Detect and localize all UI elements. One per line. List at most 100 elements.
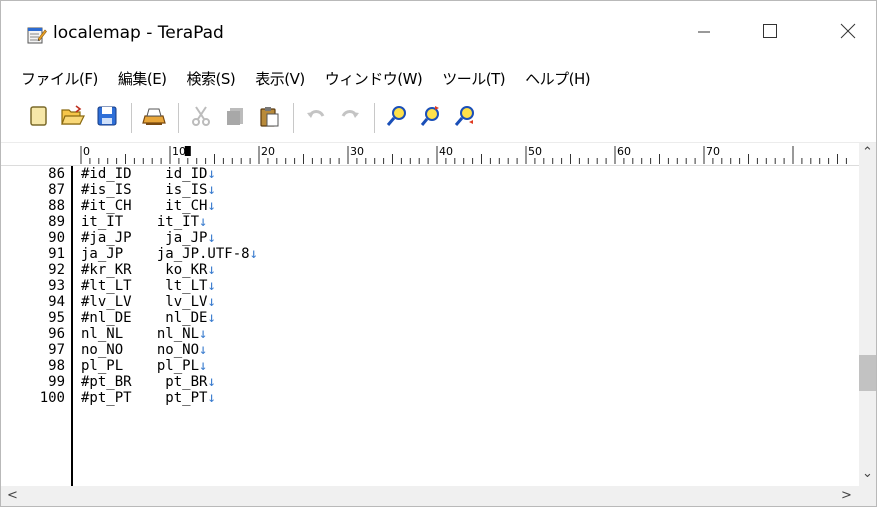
editor-line[interactable]: 89 it_IT it_IT↓ (1, 214, 859, 230)
line-number: 89 (48, 214, 65, 230)
redo-button[interactable] (336, 104, 364, 132)
line-text[interactable]: #it_CH it_CH↓ (81, 198, 216, 214)
editor-line[interactable]: 94 #lv_LV lv_LV↓ (1, 294, 859, 310)
line-number: 87 (48, 182, 65, 198)
line-content: pl_PL pl_PL (81, 358, 200, 374)
toolbar (1, 93, 876, 143)
ruler-ticks: 0 10 20 30 40 50 60 70 (80, 145, 847, 164)
copy-icon (223, 104, 247, 132)
eol-marker: ↓ (207, 374, 216, 390)
find-next-button[interactable] (417, 104, 445, 132)
maximize-button[interactable] (747, 15, 793, 51)
menu-tools[interactable]: ツール(T) (442, 68, 505, 89)
eol-marker: ↓ (207, 390, 216, 406)
editor-line[interactable]: 96 nl_NL nl_NL↓ (1, 326, 859, 342)
menu-view[interactable]: 表示(V) (255, 68, 305, 89)
paste-button[interactable] (255, 104, 283, 132)
open-file-button[interactable] (59, 104, 87, 132)
toolbar-separator (293, 102, 294, 133)
scroll-right-icon[interactable]: > (841, 488, 852, 503)
line-text[interactable]: no_NO no_NO↓ (81, 342, 207, 358)
horizontal-scrollbar[interactable]: < > (1, 486, 859, 506)
editor-line[interactable]: 95 #nl_DE nl_DE↓ (1, 310, 859, 326)
line-number: 96 (48, 326, 65, 342)
close-button[interactable] (825, 15, 871, 51)
close-icon (840, 23, 856, 43)
editor-line[interactable]: 87 #is_IS is_IS↓ (1, 182, 859, 198)
line-text[interactable]: ja_JP ja_JP.UTF-8↓ (81, 246, 258, 262)
menu-edit[interactable]: 編集(E) (118, 68, 167, 89)
ruler-label: 30 (350, 145, 364, 158)
line-text[interactable]: #lt_LT lt_LT↓ (81, 278, 216, 294)
line-number: 97 (48, 342, 65, 358)
vertical-scroll-thumb[interactable] (859, 355, 876, 392)
line-text[interactable]: #id_ID id_ID↓ (81, 166, 216, 182)
eol-marker: ↓ (207, 230, 216, 246)
copy-button[interactable] (221, 104, 249, 132)
editor-line[interactable]: 86 #id_ID id_ID↓ (1, 166, 859, 182)
eol-marker: ↓ (199, 342, 208, 358)
ruler-label: 40 (439, 145, 453, 158)
line-content: nl_NL nl_NL (81, 326, 200, 342)
line-content: no_NO no_NO (81, 342, 200, 358)
editor-line[interactable]: 98 pl_PL pl_PL↓ (1, 358, 859, 374)
line-text[interactable]: #pt_BR pt_BR↓ (81, 374, 216, 390)
new-file-button[interactable] (25, 104, 53, 132)
text-editor[interactable]: 86 #id_ID id_ID↓ 87 #is_IS is_IS↓ 88 #it_CH i… (1, 166, 859, 486)
find-icon (385, 104, 409, 132)
find-prev-button[interactable] (451, 104, 479, 132)
eol-marker: ↓ (199, 214, 208, 230)
line-number: 88 (48, 198, 65, 214)
line-number: 92 (48, 262, 65, 278)
line-text[interactable]: #is_IS is_IS↓ (81, 182, 216, 198)
editor-line[interactable]: 92 #kr_KR ko_KR↓ (1, 262, 859, 278)
ruler-label: 50 (528, 145, 542, 158)
eol-marker: ↓ (249, 246, 259, 262)
line-text[interactable]: #pt_PT pt_PT↓ (81, 390, 216, 406)
cut-button[interactable] (187, 104, 215, 132)
scroll-up-icon[interactable]: ⌃ (862, 145, 873, 160)
line-text[interactable]: pl_PL pl_PL↓ (81, 358, 207, 374)
line-text[interactable]: nl_NL nl_NL↓ (81, 326, 207, 342)
eol-marker: ↓ (207, 278, 216, 294)
eol-marker: ↓ (207, 166, 216, 182)
menu-window[interactable]: ウィンドウ(W) (325, 68, 423, 89)
scroll-left-icon[interactable]: < (7, 488, 18, 503)
line-content: #ja_JP ja_JP (81, 230, 208, 246)
menu-search[interactable]: 検索(S) (187, 68, 236, 89)
line-number: 99 (48, 374, 65, 390)
line-number: 93 (48, 278, 65, 294)
save-button[interactable] (93, 104, 121, 132)
line-number: 91 (48, 246, 65, 262)
line-text[interactable]: #ja_JP ja_JP↓ (81, 230, 216, 246)
line-text[interactable]: #lv_LV lv_LV↓ (81, 294, 216, 310)
line-text[interactable]: #nl_DE nl_DE↓ (81, 310, 216, 326)
editor-line[interactable]: 100 #pt_PT pt_PT↓ (1, 390, 859, 406)
print-button[interactable] (140, 104, 168, 132)
editor-line[interactable]: 88 #it_CH it_CH↓ (1, 198, 859, 214)
menu-help[interactable]: ヘルプ(H) (525, 68, 590, 89)
undo-button[interactable] (302, 104, 330, 132)
editor-line[interactable]: 93 #lt_LT lt_LT↓ (1, 278, 859, 294)
column-ruler: 0 10 20 30 40 50 60 70 (1, 143, 859, 166)
ruler-label: 60 (617, 145, 631, 158)
editor-line[interactable]: 91 ja_JP ja_JP.UTF-8↓ (1, 246, 859, 262)
editor-line[interactable]: 99 #pt_BR pt_BR↓ (1, 374, 859, 390)
vertical-scrollbar[interactable]: ⌃ ⌄ (859, 143, 876, 486)
editor-line[interactable]: 90 #ja_JP ja_JP↓ (1, 230, 859, 246)
menu-file[interactable]: ファイル(F) (21, 68, 98, 89)
size-grip[interactable] (859, 486, 876, 506)
print-icon (141, 104, 167, 132)
minimize-button[interactable] (681, 15, 727, 51)
terapad-window: localemap - TeraPad ファイル(F) 編集(E) 検索(S) … (0, 0, 877, 507)
terapad-notepad-icon[interactable] (27, 25, 47, 45)
line-content: #it_CH it_CH (81, 198, 208, 214)
editor-line[interactable]: 97 no_NO no_NO↓ (1, 342, 859, 358)
scroll-down-icon[interactable]: ⌄ (862, 466, 873, 481)
line-number: 95 (48, 310, 65, 326)
line-text[interactable]: it_IT it_IT↓ (81, 214, 207, 230)
line-text[interactable]: #kr_KR ko_KR↓ (81, 262, 216, 278)
line-content: #pt_PT pt_PT (81, 390, 208, 406)
eol-marker: ↓ (207, 198, 216, 214)
find-button[interactable] (383, 104, 411, 132)
